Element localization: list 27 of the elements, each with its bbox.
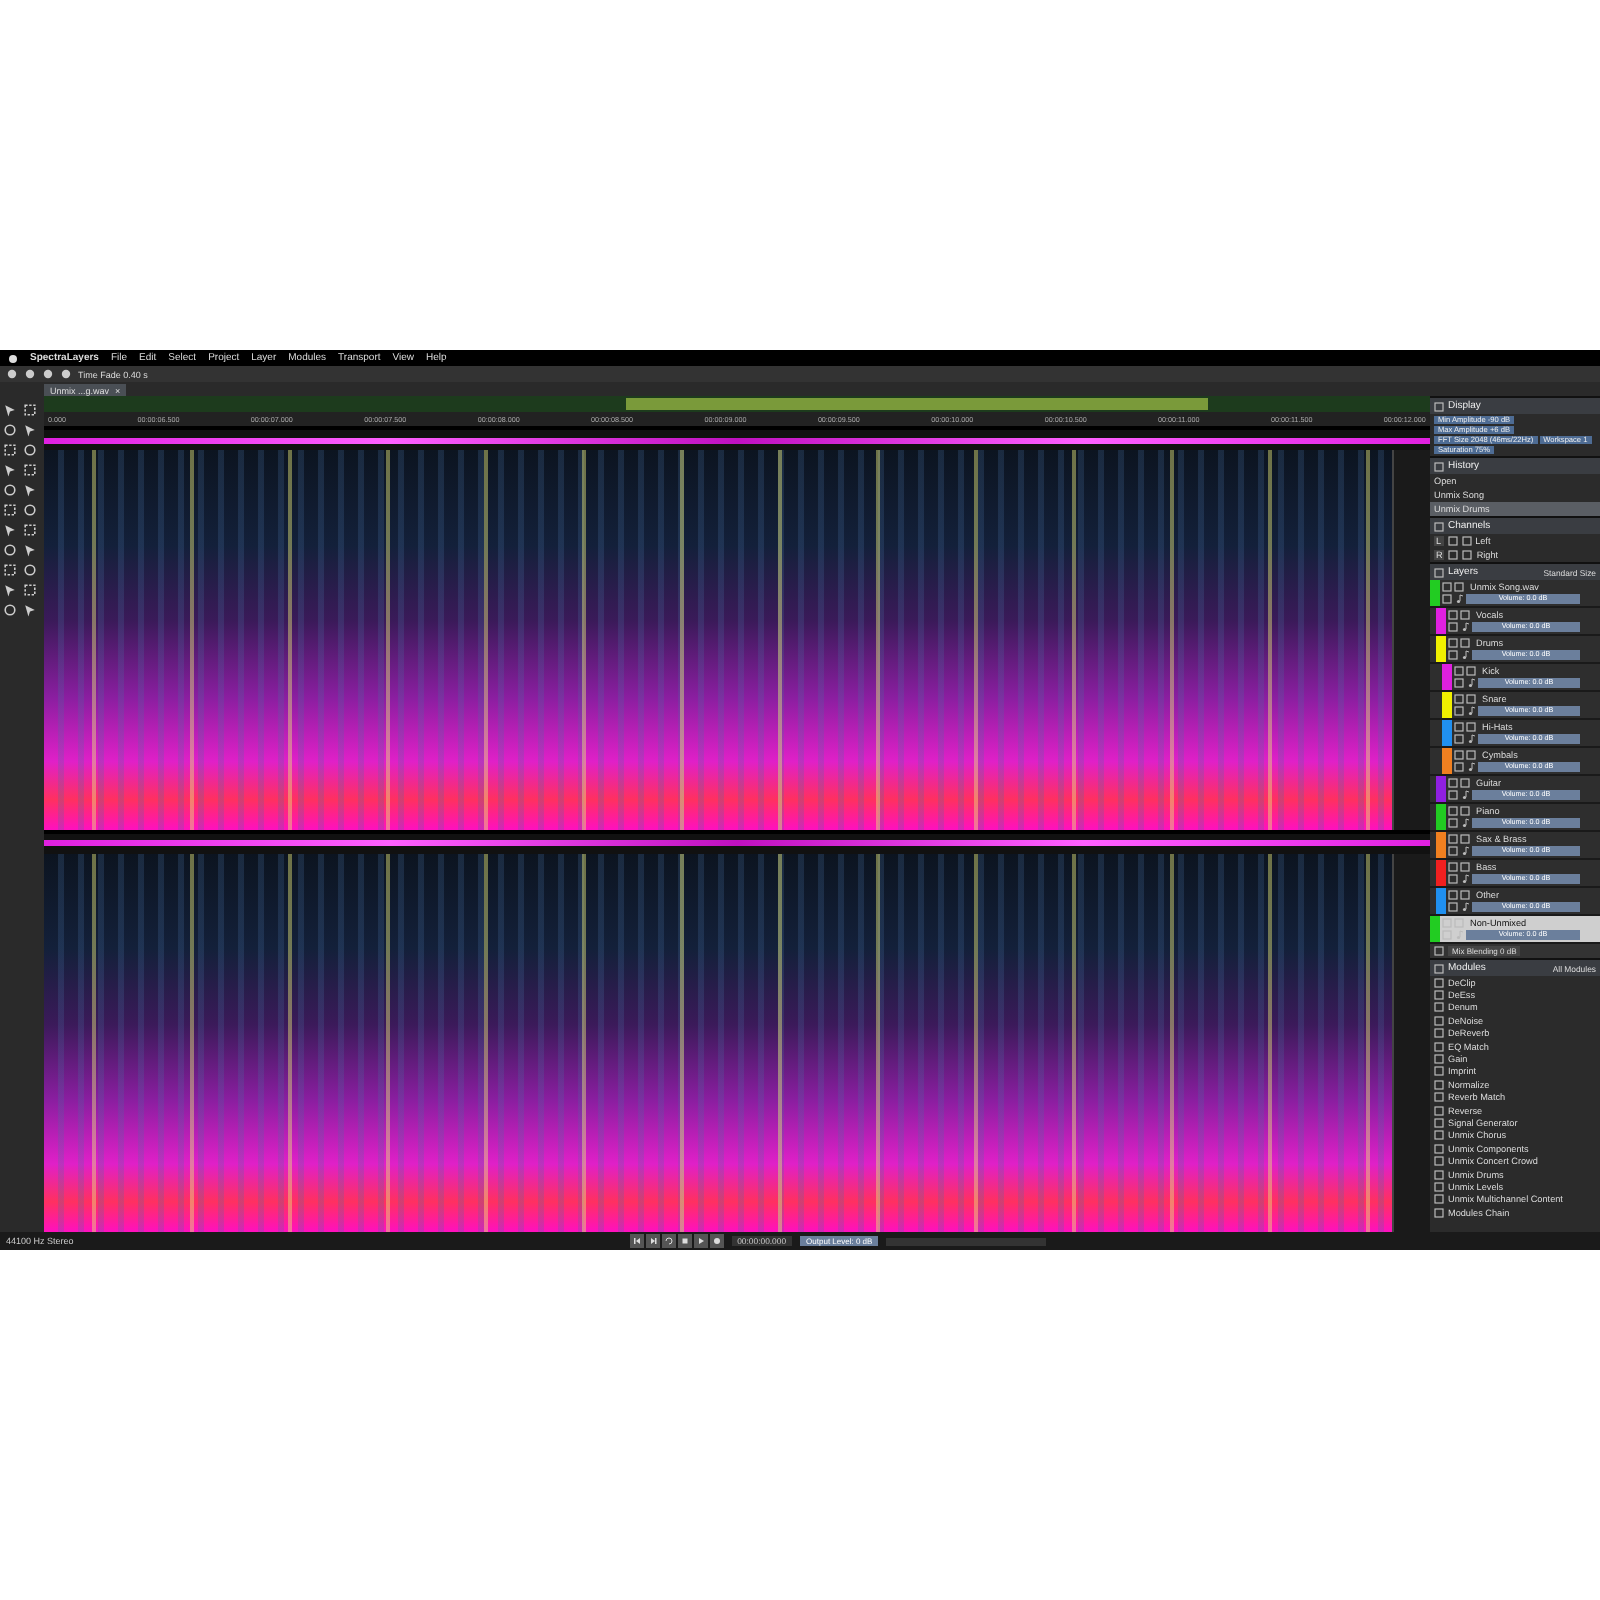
music-note-icon[interactable] [1460, 874, 1470, 885]
music-note-icon[interactable] [1460, 790, 1470, 801]
play-button[interactable] [693, 1234, 708, 1248]
record-icon [711, 1236, 722, 1246]
loop-icon [663, 1236, 674, 1246]
skip-end-button[interactable] [645, 1234, 660, 1248]
stop-button[interactable] [677, 1234, 692, 1248]
overview-bar[interactable] [44, 396, 1430, 412]
skip-start-icon [631, 1236, 642, 1246]
skip-start-button[interactable] [629, 1234, 644, 1248]
loop-button[interactable] [661, 1234, 676, 1248]
music-note-icon[interactable] [1454, 594, 1464, 605]
visible-range-handle[interactable] [626, 398, 1209, 410]
music-note-icon[interactable] [1460, 846, 1470, 857]
skip-end-icon [647, 1236, 658, 1246]
music-note-icon[interactable] [1466, 706, 1476, 717]
record-button[interactable] [709, 1234, 724, 1248]
music-note-icon[interactable] [1460, 622, 1470, 633]
music-note-icon[interactable] [1466, 734, 1476, 745]
play-icon [695, 1236, 706, 1246]
app-logo-icon[interactable] [8, 353, 18, 363]
stop-icon [679, 1236, 690, 1246]
music-note-icon[interactable] [1460, 818, 1470, 829]
music-note-icon[interactable] [1466, 762, 1476, 773]
music-note-icon[interactable] [1460, 902, 1470, 913]
music-note-icon[interactable] [1460, 650, 1470, 661]
music-note-icon[interactable] [1466, 678, 1476, 689]
